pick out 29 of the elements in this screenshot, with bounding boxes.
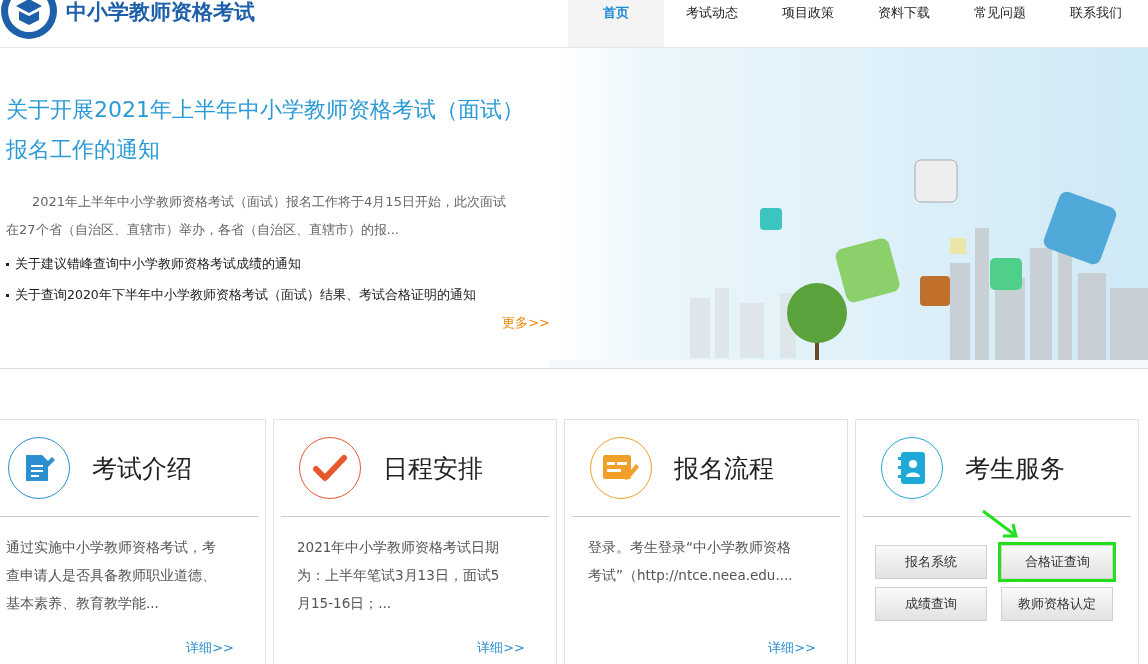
site-title: 中小学教师资格考试 — [66, 0, 255, 26]
nav-tab[interactable]: 首页 — [568, 0, 664, 47]
checkmark-icon — [313, 454, 347, 482]
nav-tab[interactable]: 联系我们 — [1048, 0, 1144, 47]
nav-tab[interactable]: 项目政策 — [760, 0, 856, 47]
details-link[interactable]: 详细>> — [186, 639, 234, 657]
card-text: 2021年中小学教师资格考试日期为：上半年笔试3月13日，面试5月15-16日；... — [296, 538, 501, 613]
nav-tab[interactable]: 考试动态 — [664, 0, 760, 47]
details-link[interactable]: 详细>> — [768, 639, 816, 657]
card-title: 报名流程 — [674, 452, 774, 485]
service-button[interactable]: 合格证查询 — [1001, 545, 1113, 579]
contact-book-icon — [897, 451, 927, 485]
card-text: 通过实施中小学教师资格考试，考查申请人是否具备教师职业道德、基本素养、教育教学能... — [5, 538, 217, 613]
card-title: 考试介绍 — [92, 452, 192, 485]
nav-tab[interactable]: 资料下载 — [856, 0, 952, 47]
card-title: 日程安排 — [383, 452, 483, 485]
service-button[interactable]: 成绩查询 — [875, 587, 987, 621]
card-title: 考生服务 — [965, 452, 1065, 485]
news-summary: 2021年上半年中小学教师资格考试（面试）报名工作将于4月15日开始，此次面试在27个省（自治区、直辖市）举办，各省（自治区、直辖市）的报... — [6, 193, 507, 239]
annotation-arrow-icon — [981, 509, 1021, 541]
news-link[interactable]: 关于查询2020年下半年中小学教师资格考试（面试）结果、考试合格证明的通知 — [15, 287, 476, 304]
bullet-icon — [6, 294, 9, 297]
bullet-icon — [6, 263, 9, 266]
nav-tab[interactable]: 常见问题 — [952, 0, 1048, 47]
service-button[interactable]: 教师资格认定 — [1001, 587, 1113, 621]
news-link[interactable]: 关于建议错峰查询中小学教师资格考试成绩的通知 — [15, 256, 301, 273]
card-text: 登录。考生登录“中小学教师资格考试”（http://ntce.neea.edu.... — [587, 538, 794, 585]
service-button[interactable]: 报名系统 — [875, 545, 987, 579]
details-link[interactable]: 详细>> — [477, 639, 525, 657]
